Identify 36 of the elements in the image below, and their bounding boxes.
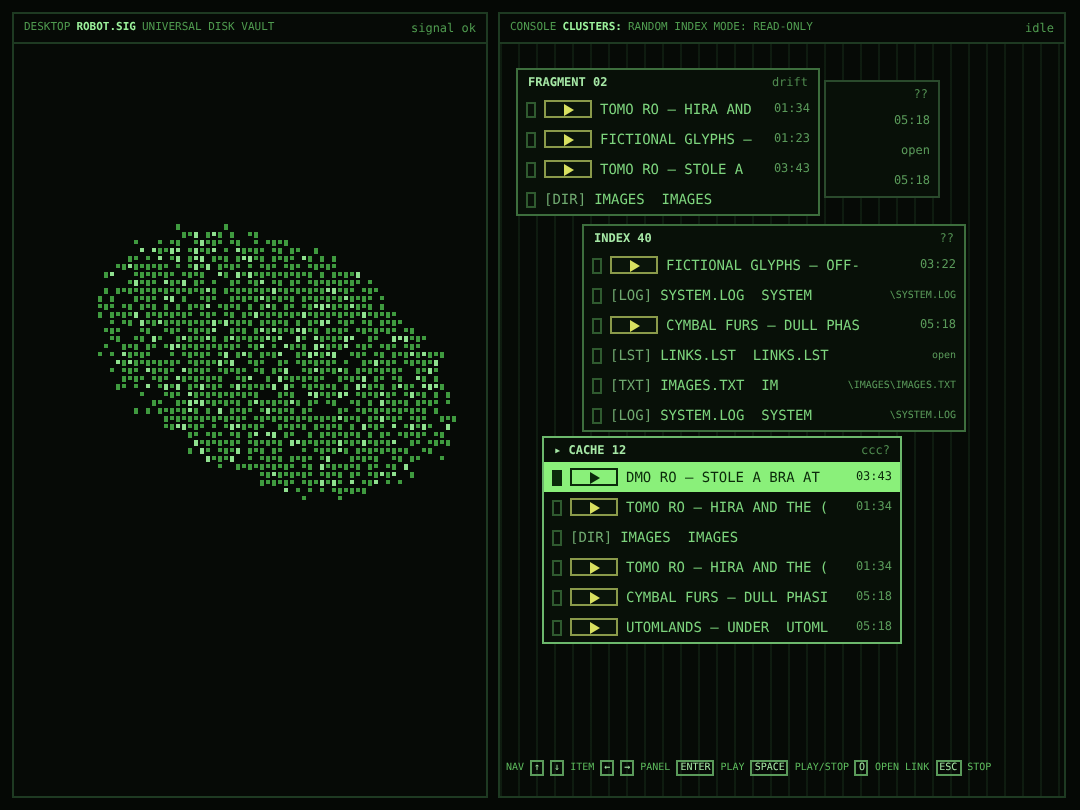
play-button[interactable] — [610, 256, 658, 274]
checkbox[interactable] — [526, 101, 536, 117]
checkbox[interactable] — [552, 499, 562, 515]
checkbox[interactable] — [552, 589, 562, 605]
play-icon — [589, 591, 599, 603]
checkbox[interactable] — [526, 131, 536, 147]
checkbox[interactable] — [552, 529, 562, 545]
play-icon — [589, 621, 599, 633]
checkbox[interactable] — [592, 287, 602, 303]
checkbox[interactable] — [526, 191, 536, 207]
play-button[interactable] — [570, 558, 618, 576]
play-icon — [563, 103, 573, 115]
checkbox[interactable] — [552, 469, 562, 485]
play-icon — [589, 501, 599, 513]
play-button[interactable] — [570, 468, 618, 486]
play-icon — [563, 133, 573, 145]
checkbox[interactable] — [526, 161, 536, 177]
play-button[interactable] — [570, 588, 618, 606]
checkbox[interactable] — [552, 619, 562, 635]
play-button[interactable] — [544, 130, 592, 148]
checkbox[interactable] — [592, 257, 602, 273]
play-button[interactable] — [610, 316, 658, 334]
checkbox[interactable] — [592, 377, 602, 393]
play-icon — [629, 259, 639, 271]
play-button[interactable] — [544, 100, 592, 118]
play-button[interactable] — [570, 618, 618, 636]
play-icon — [589, 471, 599, 483]
play-button[interactable] — [570, 498, 618, 516]
play-button[interactable] — [544, 160, 592, 178]
play-icon — [589, 561, 599, 573]
play-icon — [629, 319, 639, 331]
checkbox[interactable] — [592, 317, 602, 333]
checkbox[interactable] — [592, 407, 602, 423]
play-icon — [563, 163, 573, 175]
checkbox[interactable] — [552, 559, 562, 575]
checkbox[interactable] — [592, 347, 602, 363]
